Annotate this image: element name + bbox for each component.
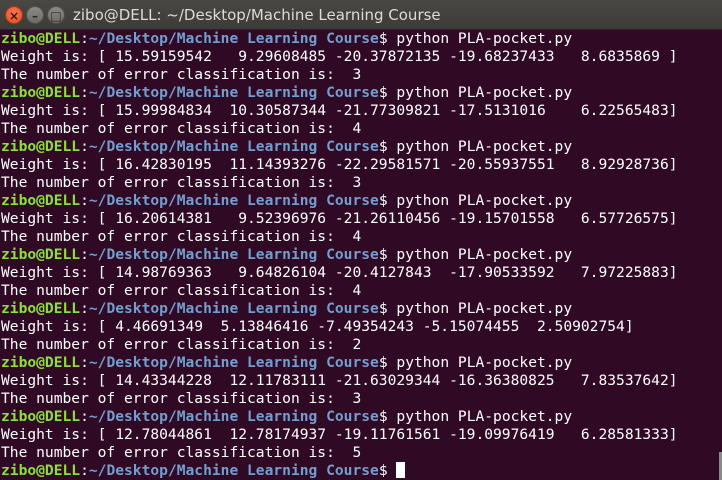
prompt-colon: : bbox=[80, 300, 89, 317]
prompt-colon: : bbox=[80, 138, 89, 155]
window-title: zibo@DELL: ~/Desktop/Machine Learning Co… bbox=[73, 6, 441, 24]
prompt-line: zibo@DELL:~/Desktop/Machine Learning Cou… bbox=[1, 192, 722, 210]
prompt-line: zibo@DELL:~/Desktop/Machine Learning Cou… bbox=[1, 30, 722, 48]
prompt-line: zibo@DELL:~/Desktop/Machine Learning Cou… bbox=[1, 84, 722, 102]
weight-output-line: Weight is: [ 12.78044861 12.78174937 -19… bbox=[1, 426, 678, 443]
prompt-symbol: $ bbox=[378, 408, 397, 425]
error-count-line: The number of error classification is: 4 bbox=[1, 282, 362, 299]
prompt-colon: : bbox=[80, 30, 89, 47]
prompt-path: ~/Desktop/Machine Learning Course bbox=[88, 300, 379, 317]
prompt-line: zibo@DELL:~/Desktop/Machine Learning Cou… bbox=[1, 138, 722, 156]
command-text: python PLA-pocket.py bbox=[396, 300, 573, 317]
prompt-colon: : bbox=[80, 192, 89, 209]
prompt-symbol: $ bbox=[378, 192, 397, 209]
prompt-line: zibo@DELL:~/Desktop/Machine Learning Cou… bbox=[1, 246, 722, 264]
prompt-path: ~/Desktop/Machine Learning Course bbox=[88, 354, 379, 371]
prompt-colon: : bbox=[80, 246, 89, 263]
weight-output-line: Weight is: [ 14.98769363 9.64826104 -20.… bbox=[1, 264, 678, 281]
weight-output-line: Weight is: [ 15.99984834 10.30587344 -21… bbox=[1, 102, 678, 119]
prompt-user-host: zibo@DELL bbox=[1, 354, 81, 371]
prompt-symbol: $ bbox=[378, 246, 397, 263]
prompt-user-host: zibo@DELL bbox=[1, 408, 81, 425]
prompt-line: zibo@DELL:~/Desktop/Machine Learning Cou… bbox=[1, 354, 722, 372]
maximize-button[interactable]: □ bbox=[47, 6, 65, 24]
minimize-icon: – bbox=[32, 9, 38, 23]
prompt-path: ~/Desktop/Machine Learning Course bbox=[88, 30, 379, 47]
command-text: python PLA-pocket.py bbox=[396, 192, 573, 209]
weight-output-line: Weight is: [ 16.20614381 9.52396976 -21.… bbox=[1, 210, 678, 227]
command-text: python PLA-pocket.py bbox=[396, 138, 573, 155]
prompt-symbol: $ bbox=[378, 300, 397, 317]
close-button[interactable]: × bbox=[5, 6, 23, 24]
error-count-line: The number of error classification is: 3 bbox=[1, 174, 362, 191]
prompt-user-host: zibo@DELL bbox=[1, 246, 81, 263]
prompt-symbol: $ bbox=[378, 84, 397, 101]
prompt-line: zibo@DELL:~/Desktop/Machine Learning Cou… bbox=[1, 300, 722, 318]
weight-output-line: Weight is: [ 4.46691349 5.13846416 -7.49… bbox=[1, 318, 634, 335]
prompt-path: ~/Desktop/Machine Learning Course bbox=[88, 84, 379, 101]
prompt-user-host: zibo@DELL bbox=[1, 192, 81, 209]
command-text: python PLA-pocket.py bbox=[396, 408, 573, 425]
command-text: python PLA-pocket.py bbox=[396, 84, 573, 101]
prompt-user-host: zibo@DELL bbox=[1, 30, 81, 47]
terminal-output[interactable]: zibo@DELL:~/Desktop/Machine Learning Cou… bbox=[0, 30, 722, 480]
command-text: python PLA-pocket.py bbox=[396, 354, 573, 371]
error-count-line: The number of error classification is: 4 bbox=[1, 120, 362, 137]
prompt-path: ~/Desktop/Machine Learning Course bbox=[88, 192, 379, 209]
weight-output-line: Weight is: [ 16.42830195 11.14393276 -22… bbox=[1, 156, 678, 173]
prompt-symbol: $ bbox=[378, 354, 397, 371]
title-bar: × – □ zibo@DELL: ~/Desktop/Machine Learn… bbox=[0, 0, 722, 30]
weight-output-line: Weight is: [ 14.43344228 12.11783111 -21… bbox=[1, 372, 678, 389]
error-count-line: The number of error classification is: 3 bbox=[1, 390, 362, 407]
prompt-colon: : bbox=[80, 84, 89, 101]
command-text: python PLA-pocket.py bbox=[396, 246, 573, 263]
prompt-symbol: $ bbox=[378, 30, 397, 47]
prompt-colon: : bbox=[80, 354, 89, 371]
minimize-button[interactable]: – bbox=[26, 6, 44, 24]
text-cursor bbox=[396, 462, 406, 478]
prompt-colon: : bbox=[80, 462, 89, 479]
prompt-user-host: zibo@DELL bbox=[1, 138, 81, 155]
active-prompt-line: zibo@DELL:~/Desktop/Machine Learning Cou… bbox=[1, 462, 722, 480]
prompt-line: zibo@DELL:~/Desktop/Machine Learning Cou… bbox=[1, 408, 722, 426]
prompt-symbol: $ bbox=[378, 462, 397, 479]
prompt-user-host: zibo@DELL bbox=[1, 300, 81, 317]
prompt-path: ~/Desktop/Machine Learning Course bbox=[88, 408, 379, 425]
error-count-line: The number of error classification is: 4 bbox=[1, 228, 362, 245]
error-count-line: The number of error classification is: 2 bbox=[1, 336, 362, 353]
terminal-window: × – □ zibo@DELL: ~/Desktop/Machine Learn… bbox=[0, 0, 722, 480]
close-icon: × bbox=[8, 9, 20, 23]
prompt-path: ~/Desktop/Machine Learning Course bbox=[88, 246, 379, 263]
weight-output-line: Weight is: [ 15.59159542 9.29608485 -20.… bbox=[1, 48, 678, 65]
error-count-line: The number of error classification is: 3 bbox=[1, 66, 362, 83]
maximize-icon: □ bbox=[50, 9, 62, 23]
prompt-path: ~/Desktop/Machine Learning Course bbox=[88, 462, 379, 479]
prompt-symbol: $ bbox=[378, 138, 397, 155]
error-count-line: The number of error classification is: 5 bbox=[1, 444, 362, 461]
prompt-path: ~/Desktop/Machine Learning Course bbox=[88, 138, 379, 155]
prompt-user-host: zibo@DELL bbox=[1, 462, 81, 479]
command-text: python PLA-pocket.py bbox=[396, 30, 573, 47]
prompt-colon: : bbox=[80, 408, 89, 425]
prompt-user-host: zibo@DELL bbox=[1, 84, 81, 101]
